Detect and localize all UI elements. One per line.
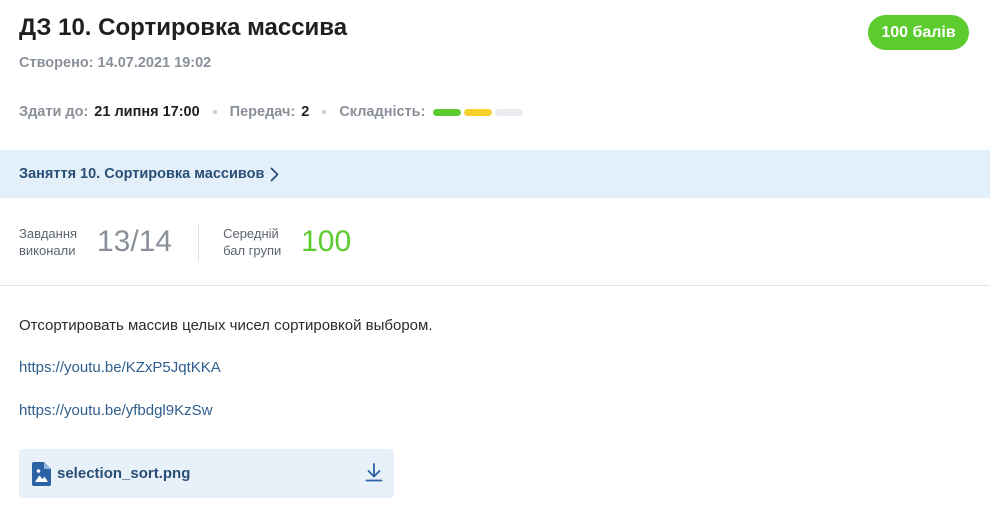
retakes-value: 2 — [301, 104, 310, 120]
download-icon[interactable] — [364, 462, 384, 483]
score-badge: 100 балів — [868, 15, 969, 50]
group-stats: Завдання виконали 13/14 Середній бал гру… — [19, 222, 351, 262]
stat-divider — [198, 223, 200, 261]
video-link-2[interactable]: https://youtu.be/yfbdgl9KzSw — [19, 402, 212, 419]
divider — [0, 285, 990, 286]
lesson-link-label: Заняття 10. Сортировка массивов — [19, 166, 265, 182]
avg-score-label: Середній бал групи — [223, 226, 282, 258]
difficulty-bar-2 — [464, 108, 493, 116]
attachment-item[interactable]: selection_sort.png — [19, 449, 394, 498]
avg-score-value: 100 — [301, 225, 352, 258]
assignment-meta: Здати до: 21 липня 17:00 Передач: 2 Скла… — [19, 102, 524, 122]
difficulty-label: Складність: — [339, 104, 426, 120]
difficulty-bar-3 — [495, 108, 524, 116]
attachment-file-name: selection_sort.png — [57, 465, 191, 482]
completed-label: Завдання виконали — [19, 226, 78, 258]
task-description: Отсортировать массив целых чисел сортиро… — [19, 317, 433, 334]
video-link-1[interactable]: https://youtu.be/KZxP5JqtKKA — [19, 359, 221, 376]
separator-dot — [322, 110, 327, 114]
page-title: ДЗ 10. Сортировка массива — [19, 14, 348, 41]
lesson-bar: Заняття 10. Сортировка массивов — [0, 150, 990, 198]
retakes-label: Передач: — [229, 104, 296, 120]
created-date: Створено: 14.07.2021 19:02 — [19, 55, 212, 71]
completed-value: 13/14 — [97, 225, 173, 258]
image-file-icon — [32, 461, 51, 486]
separator-dot — [212, 110, 217, 114]
difficulty-bar-1 — [433, 108, 462, 116]
deadline-value: 21 липня 17:00 — [94, 104, 200, 120]
lesson-link[interactable]: Заняття 10. Сортировка массивов — [19, 166, 279, 182]
chevron-right-icon — [270, 167, 279, 181]
difficulty-indicator — [433, 108, 524, 116]
deadline-label: Здати до: — [19, 104, 89, 120]
